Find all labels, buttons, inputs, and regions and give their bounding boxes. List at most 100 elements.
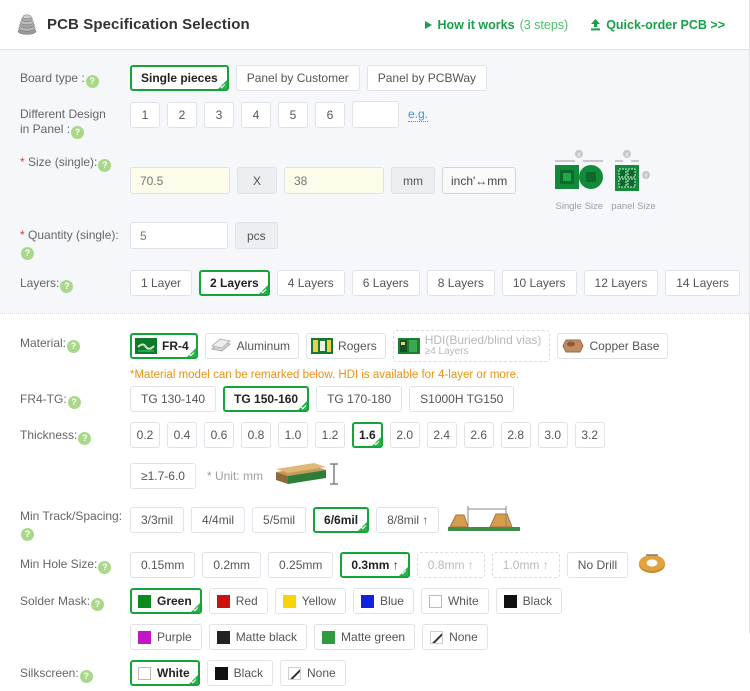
option-layer-1[interactable]: 1 Layer [130, 270, 193, 296]
option-single-pieces[interactable]: Single pieces [130, 65, 229, 91]
help-icon-thickness[interactable]: ? [78, 432, 92, 445]
option-mask-matte-black[interactable]: Matte black [208, 624, 308, 650]
option-hole-0-2mm[interactable]: 0.2mm [202, 551, 262, 578]
option-thickness-3-0[interactable]: 3.0 [537, 422, 568, 448]
option-silkscreen-none[interactable]: None [280, 660, 346, 686]
option-mask-white[interactable]: White [420, 588, 489, 614]
option-track-8-8mil[interactable]: 8/8mil ↑ [376, 506, 440, 533]
help-icon-size[interactable]: ? [98, 159, 112, 172]
option-material-copper-base[interactable]: Copper Base [557, 333, 669, 359]
option-thickness-2-6[interactable]: 2.6 [463, 422, 494, 448]
option-design-6[interactable]: 6 [315, 101, 345, 128]
solder-mask-options-2: Purple Matte black Matte green None [130, 624, 749, 650]
option-mask-none[interactable]: None [422, 624, 488, 650]
help-icon-fr4-tg[interactable]: ? [67, 396, 81, 409]
option-design-3[interactable]: 3 [204, 101, 234, 128]
option-panel-by-pcbway[interactable]: Panel by PCBWay [366, 65, 488, 91]
row-quantity: Quantity (single):? pcs [0, 217, 749, 265]
swatch-black-icon [503, 594, 517, 608]
option-hole-0-25mm[interactable]: 0.25mm [268, 551, 334, 578]
option-track-3-3mil[interactable]: 3/3mil [130, 506, 185, 533]
help-icon-min-hole[interactable]: ? [98, 561, 112, 574]
option-silkscreen-black[interactable]: Black [206, 660, 274, 686]
track-spacing-illustration-icon [446, 503, 526, 536]
option-thickness-2-8[interactable]: 2.8 [500, 422, 531, 448]
option-thickness-1-2[interactable]: 1.2 [315, 422, 345, 448]
option-mask-black[interactable]: Black [495, 588, 563, 614]
option-mask-blue[interactable]: Blue [352, 588, 414, 614]
unit-convert-button[interactable]: inch'↔mm [442, 167, 517, 194]
option-hole-1-0mm[interactable]: 1.0mm ↑ [491, 551, 560, 578]
option-track-6-6mil[interactable]: 6/6mil [313, 506, 370, 533]
option-hole-0-3mm[interactable]: 0.3mm ↑ [340, 551, 410, 578]
option-tg-150-160[interactable]: TG 150-160 [223, 386, 310, 412]
copper-icon [562, 338, 584, 354]
help-icon-silkscreen[interactable]: ? [79, 670, 93, 683]
option-design-2[interactable]: 2 [167, 101, 197, 128]
hdi-label: HDI(Buried/blind vias) ≥4 Layers [424, 333, 542, 357]
option-silkscreen-white[interactable]: White [130, 660, 200, 686]
help-icon-min-track[interactable]: ? [21, 528, 34, 541]
how-it-works-link[interactable]: How it works (3 steps) [425, 18, 568, 32]
min-track-options: 3/3mil 4/4mil 5/5mil 6/6mil 8/8mil ↑ [130, 503, 749, 536]
option-material-hdi[interactable]: HDI(Buried/blind vias) ≥4 Layers [392, 330, 551, 362]
option-thickness-range[interactable]: ≥1.7-6.0 [130, 462, 196, 489]
option-thickness-1-6[interactable]: 1.6 [352, 422, 383, 448]
option-layer-4[interactable]: 4 Layers [276, 270, 345, 296]
eg-link[interactable]: e.g. [408, 107, 429, 122]
option-layer-8[interactable]: 8 Layers [426, 270, 495, 296]
option-design-1[interactable]: 1 [130, 101, 160, 128]
option-tg-170-180[interactable]: TG 170-180 [316, 386, 403, 412]
help-icon-board-type[interactable]: ? [85, 75, 99, 88]
help-icon-layers[interactable]: ? [60, 280, 74, 293]
option-mask-matte-green[interactable]: Matte green [314, 624, 416, 650]
option-track-5-5mil[interactable]: 5/5mil [252, 506, 307, 533]
option-layer-10[interactable]: 10 Layers [501, 270, 577, 296]
option-thickness-2-0[interactable]: 2.0 [389, 422, 420, 448]
option-thickness-2-4[interactable]: 2.4 [426, 422, 457, 448]
row-min-track-spacing: Min Track/Spacing:? 3/3mil 4/4mil 5/5mil… [0, 498, 749, 546]
option-thickness-0-8[interactable]: 0.8 [241, 422, 271, 448]
option-design-5[interactable]: 5 [278, 101, 308, 128]
svg-text:X: X [625, 153, 629, 159]
quick-order-link[interactable]: Quick-order PCB >> [590, 18, 725, 32]
option-layer-6[interactable]: 6 Layers [351, 270, 420, 296]
option-hole-0-15mm[interactable]: 0.15mm [130, 551, 196, 578]
different-design-input[interactable] [352, 101, 399, 128]
option-layer-2[interactable]: 2 Layers [199, 270, 270, 296]
option-panel-by-customer[interactable]: Panel by Customer [235, 65, 360, 91]
row-silkscreen: Silkscreen:? White Black None [0, 655, 749, 691]
size-width-input[interactable] [130, 167, 230, 194]
size-height-input[interactable] [284, 167, 384, 194]
option-layer-14[interactable]: 14 Layers [665, 270, 740, 296]
how-it-works-steps: (3 steps) [519, 17, 569, 32]
quantity-input[interactable] [130, 222, 228, 249]
option-thickness-1-0[interactable]: 1.0 [278, 422, 308, 448]
option-hole-no-drill[interactable]: No Drill [566, 551, 629, 578]
option-mask-yellow[interactable]: Yellow [274, 588, 346, 614]
help-icon-quantity[interactable]: ? [21, 247, 34, 260]
help-icon-solder-mask[interactable]: ? [91, 598, 105, 611]
material-label-text: Material: [20, 336, 67, 350]
option-mask-red[interactable]: Red [208, 588, 268, 614]
quantity-label: Quantity (single):? [20, 222, 130, 260]
option-track-4-4mil[interactable]: 4/4mil [191, 506, 246, 533]
option-thickness-0-2[interactable]: 0.2 [130, 422, 160, 448]
option-mask-purple[interactable]: Purple [130, 624, 202, 650]
option-design-4[interactable]: 4 [241, 101, 271, 128]
option-thickness-0-6[interactable]: 0.6 [204, 422, 234, 448]
help-icon-material[interactable]: ? [67, 340, 81, 353]
option-tg-130-140[interactable]: TG 130-140 [130, 386, 217, 412]
option-hole-0-8mm[interactable]: 0.8mm ↑ [416, 551, 485, 578]
option-thickness-0-4[interactable]: 0.4 [167, 422, 197, 448]
option-material-fr4[interactable]: FR-4 [130, 333, 198, 359]
option-mask-green[interactable]: Green [130, 588, 202, 614]
option-s1000h-tg150[interactable]: S1000H TG150 [409, 386, 515, 412]
silkscreen-label-text: Silkscreen: [20, 666, 79, 680]
option-layer-12[interactable]: 12 Layers [583, 270, 659, 296]
layers-label-text: Layers: [20, 276, 60, 290]
option-material-aluminum[interactable]: Aluminum [204, 333, 300, 359]
help-icon-different-design[interactable]: ? [71, 126, 85, 139]
option-thickness-3-2[interactable]: 3.2 [574, 422, 605, 448]
option-material-rogers[interactable]: Rogers [306, 333, 386, 359]
